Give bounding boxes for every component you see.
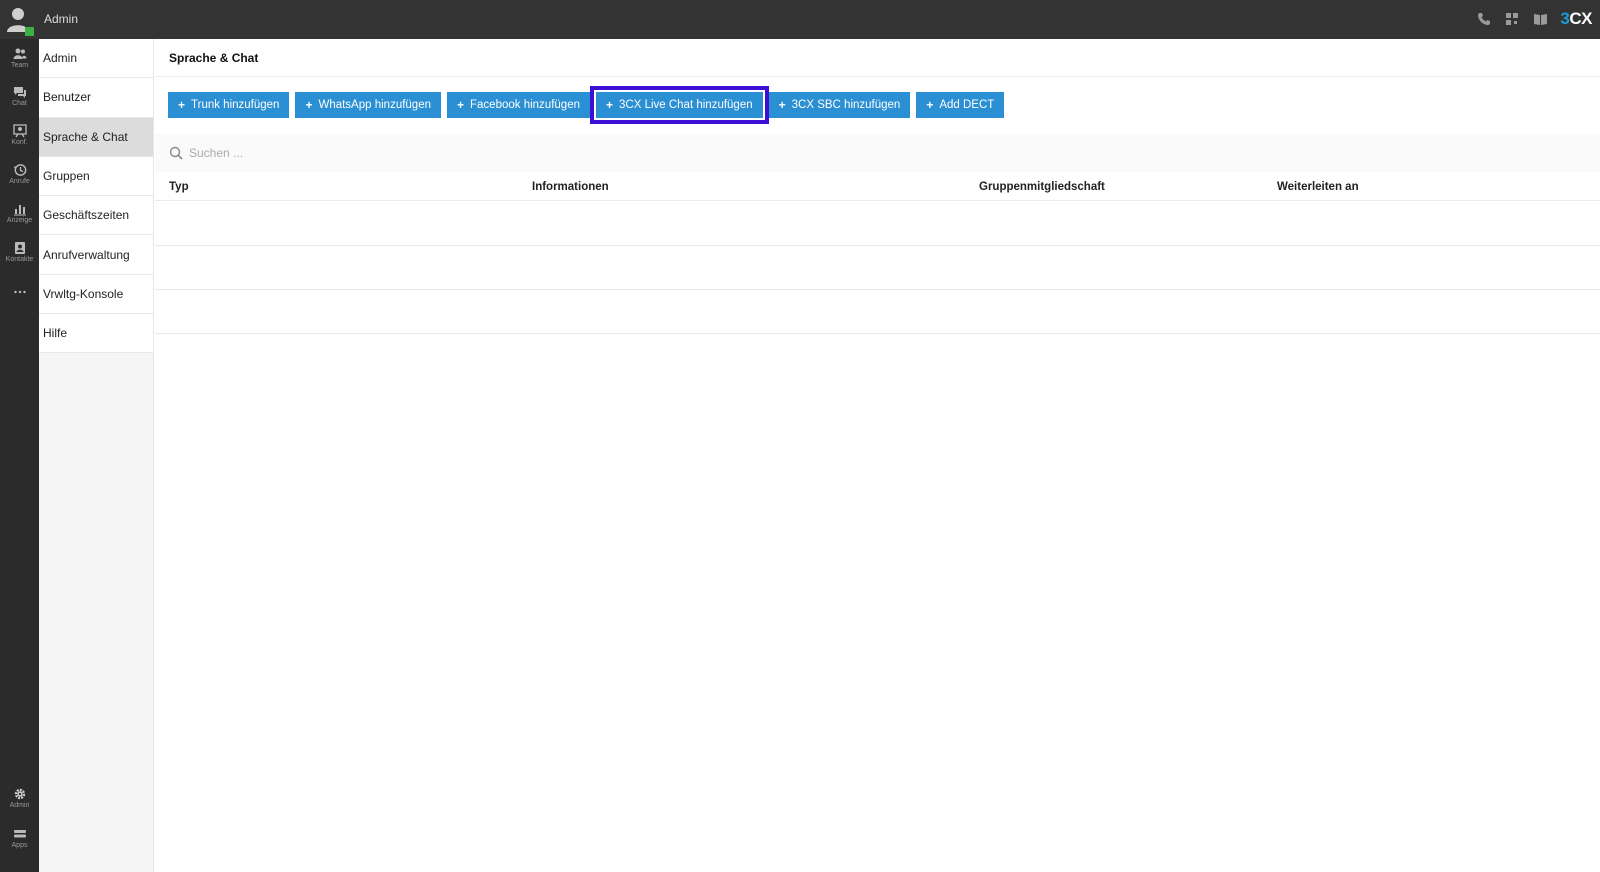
sidebar-item-groups[interactable]: Gruppen (39, 156, 153, 197)
sidebar-item-help[interactable]: Hilfe (39, 314, 153, 354)
apps-icon (13, 830, 26, 838)
main-content: Sprache & Chat + Trunk hinzufügen + WhatsA… (155, 39, 1600, 872)
add-live-chat-button[interactable]: +3CX Live Chat hinzufügen (589, 86, 769, 124)
column-header-type[interactable]: Typ (169, 181, 189, 193)
plus-icon: + (605, 98, 613, 112)
page-title: Sprache & Chat (169, 51, 259, 65)
qr-code-icon[interactable] (1504, 11, 1520, 27)
toolbar: + Trunk hinzufügen + WhatsApp hinzufügen +… (168, 86, 1005, 124)
team-icon (13, 48, 26, 59)
table-header: Typ Informationen Gruppenmitgliedschaft … (155, 173, 1600, 201)
settings-sidebar: Admin Benutzer Sprache & Chat Gruppen Ge… (39, 39, 154, 872)
add-dect-button[interactable]: + Add DECT (916, 92, 1005, 118)
search-bar (155, 134, 1600, 172)
column-header-forward-to[interactable]: Weiterleiten an (1277, 181, 1359, 193)
user-avatar[interactable] (6, 6, 34, 36)
divider (155, 76, 1600, 77)
add-sbc-button[interactable]: +3CX SBC hinzufügen (768, 92, 911, 118)
table-row[interactable] (155, 202, 1600, 246)
icon-rail: Team Chat Konf. Anrufe Anzeige Kontakte … (0, 39, 39, 872)
rail-item-calls[interactable]: Anrufe (0, 155, 39, 193)
conference-icon (12, 124, 27, 138)
chat-icon (13, 87, 26, 98)
rail-item-contacts[interactable]: Kontakte (0, 233, 39, 271)
column-header-group-membership[interactable]: Gruppenmitgliedschaft (979, 181, 1105, 193)
top-bar: Admin 3CX (0, 0, 1600, 39)
brand-logo: 3CX (1560, 9, 1592, 28)
reports-icon (13, 205, 26, 216)
plus-icon: + (457, 98, 465, 112)
sidebar-item-office-hours[interactable]: Geschäftszeiten (39, 196, 153, 236)
book-icon[interactable] (1532, 11, 1548, 27)
column-header-information[interactable]: Informationen (532, 181, 609, 193)
add-facebook-button[interactable]: + Facebook hinzufügen (447, 92, 590, 118)
more-icon (13, 290, 26, 294)
phone-icon[interactable] (1476, 11, 1492, 27)
rail-item-apps[interactable]: Apps (0, 819, 39, 857)
rail-item-chat[interactable]: Chat (0, 77, 39, 115)
sidebar-item-users[interactable]: Benutzer (39, 78, 153, 118)
gear-icon (14, 788, 25, 800)
calls-history-icon (13, 164, 26, 176)
add-trunk-button[interactable]: + Trunk hinzufügen (168, 92, 290, 118)
contacts-icon (14, 242, 25, 254)
sidebar-item-call-handling[interactable]: Anrufverwaltung (39, 235, 153, 275)
sidebar-item-admin-console[interactable]: Vrwltg-Konsole (39, 274, 153, 315)
sidebar-item-admin[interactable]: Admin (39, 39, 153, 79)
rail-item-team[interactable]: Team (0, 39, 39, 77)
sidebar-item-voice-chat[interactable]: Sprache & Chat (39, 117, 153, 157)
plus-icon: + (926, 98, 934, 112)
plus-icon: + (305, 98, 313, 112)
user-name: Admin (44, 12, 79, 26)
table-row[interactable] (155, 246, 1600, 290)
search-icon (169, 146, 183, 160)
add-whatsapp-button[interactable]: + WhatsApp hinzufügen (295, 92, 441, 118)
rail-item-more[interactable] (0, 273, 39, 311)
table-row[interactable] (155, 290, 1600, 334)
search-input[interactable] (189, 146, 489, 160)
rail-item-reports[interactable]: Anzeige (0, 194, 39, 232)
plus-icon: + (178, 98, 186, 112)
rail-item-conference[interactable]: Konf. (0, 116, 39, 154)
plus-icon: + (778, 98, 786, 112)
presence-status-indicator (25, 27, 34, 36)
rail-item-admin[interactable]: Admin (0, 779, 39, 817)
